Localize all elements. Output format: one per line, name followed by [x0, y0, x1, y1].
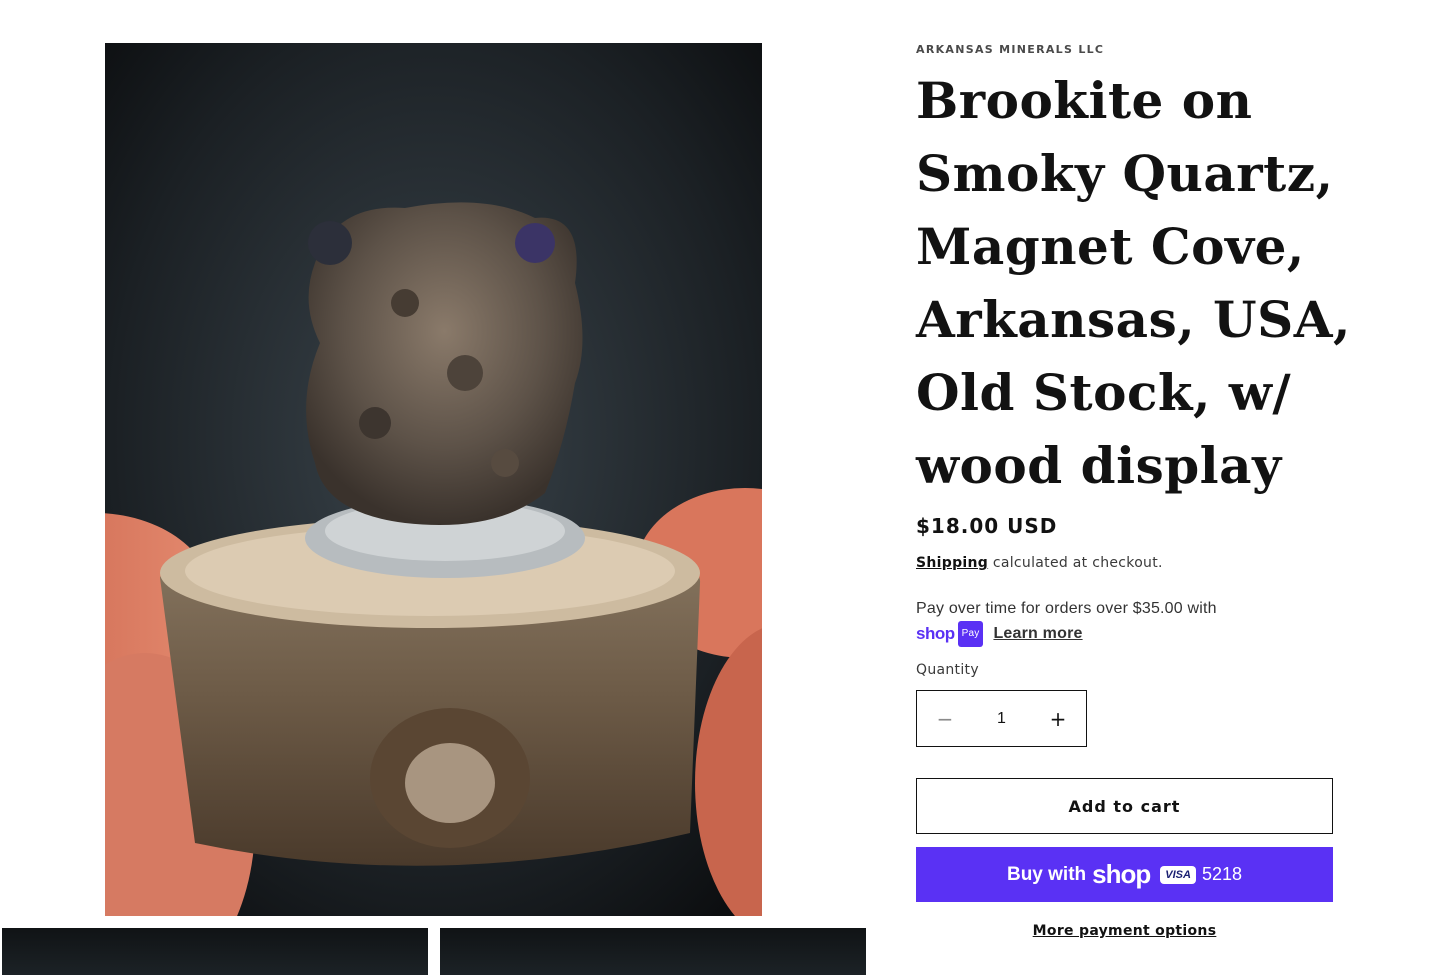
visa-card-icon: VISA: [1160, 865, 1196, 884]
product-main-image[interactable]: [105, 43, 762, 916]
quantity-increase-button[interactable]: +: [1030, 691, 1086, 746]
more-payment-options-link[interactable]: More payment options: [916, 923, 1333, 939]
add-to-cart-button[interactable]: Add to cart: [916, 778, 1333, 834]
gallery-thumbnail[interactable]: [2, 928, 428, 975]
buy-with-label: Buy with: [1006, 863, 1087, 885]
product-title: Brookite on Smoky Quartz, Magnet Cove, A…: [916, 71, 1351, 495]
shop-logo-word: shop: [1092, 859, 1151, 889]
buy-with-shop-pay-button[interactable]: Buy with shop VISA 5218: [916, 847, 1333, 902]
shop-pay-installments: Pay over time for orders over $35.00 wit…: [916, 597, 1316, 647]
quantity-stepper: − +: [916, 690, 1087, 747]
quantity-decrease-button[interactable]: −: [917, 691, 973, 746]
quantity-input[interactable]: [973, 691, 1030, 746]
shop-pay-logo: shop Pay: [916, 621, 984, 647]
product-price: $18.00 USD: [916, 514, 1058, 538]
shipping-link[interactable]: Shipping: [916, 555, 988, 571]
mineral-photo: [105, 43, 762, 916]
shop-logo-word: shop: [916, 624, 955, 643]
learn-more-link[interactable]: Learn more: [993, 622, 1082, 646]
shipping-note-text: calculated at checkout.: [988, 555, 1163, 571]
shipping-note: Shipping calculated at checkout.: [916, 555, 1163, 571]
product-vendor: ARKANSAS MINERALS LLC: [916, 43, 1105, 56]
gallery-thumbnail[interactable]: [440, 928, 866, 975]
installments-text: Pay over time for orders over $35.00 wit…: [916, 600, 1217, 617]
pay-badge: Pay: [957, 621, 984, 647]
card-last-digits: 5218: [1201, 864, 1242, 884]
quantity-label: Quantity: [916, 662, 979, 678]
